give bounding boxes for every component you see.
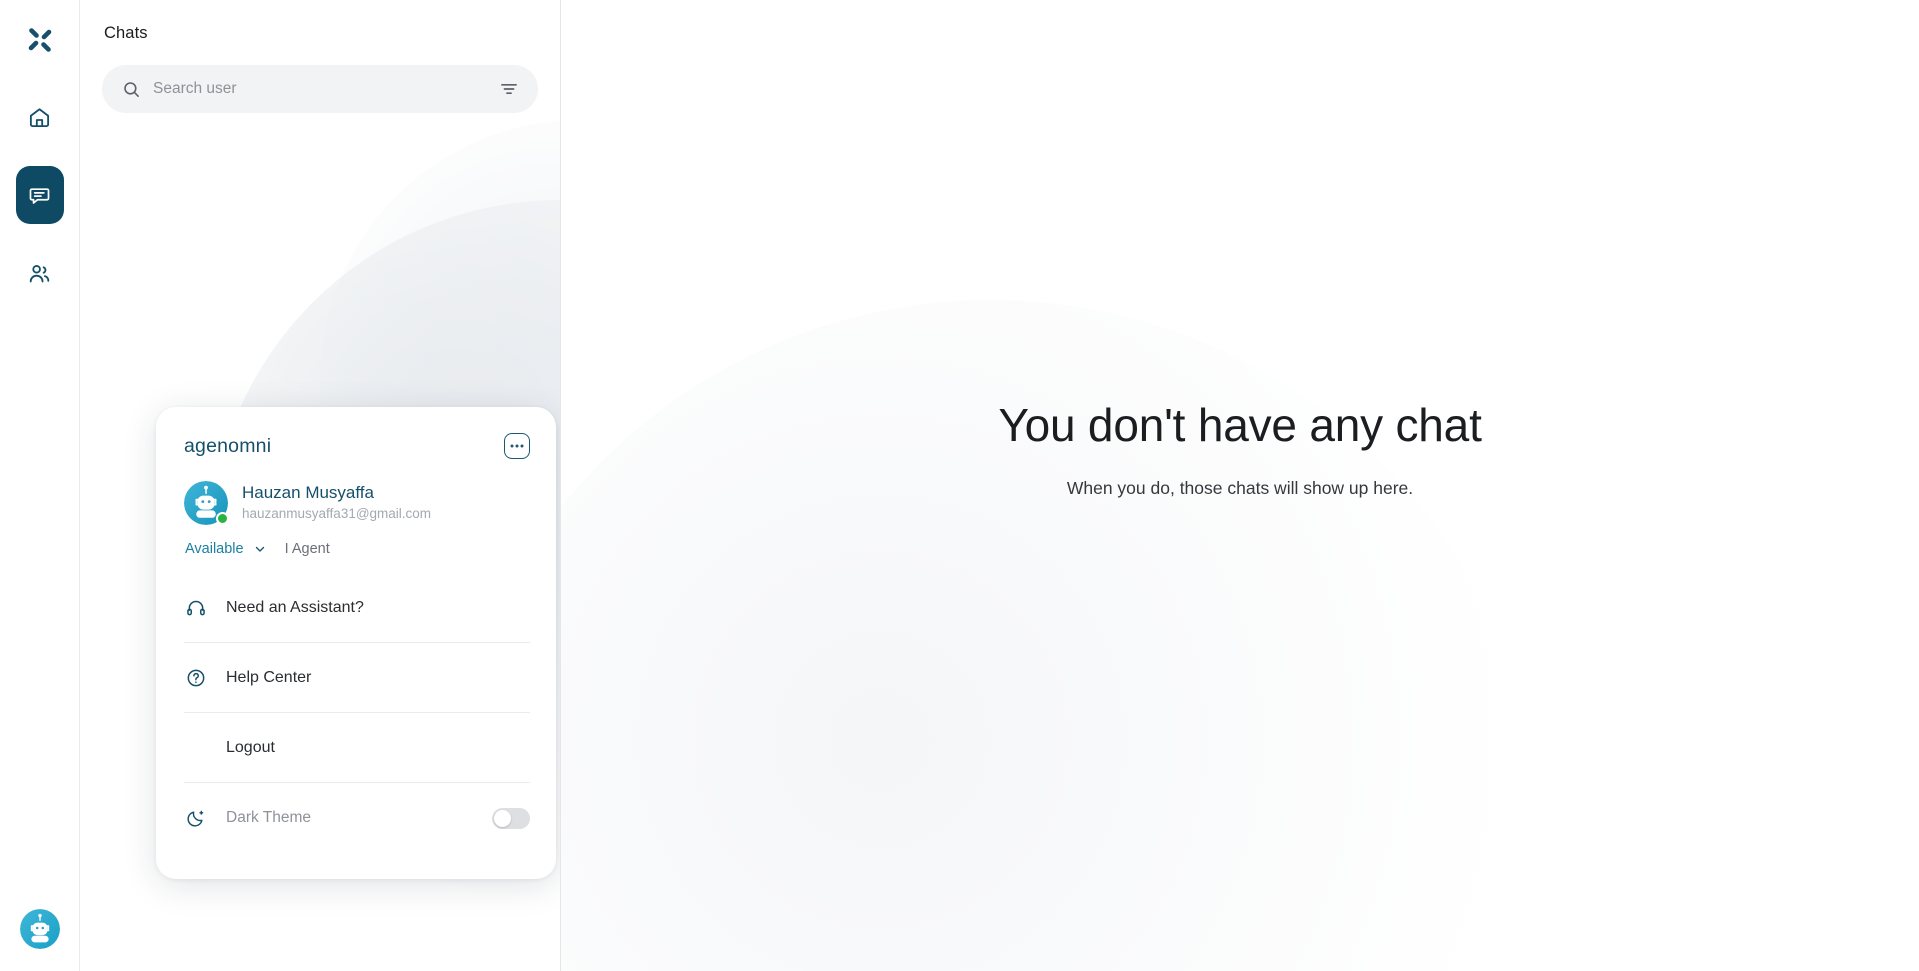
menu-item-need-assistant[interactable]: Need an Assistant? [184, 573, 530, 643]
sidebar-item-contacts[interactable] [16, 244, 64, 302]
avatar [184, 481, 229, 525]
profile-card-header: agenomni [184, 433, 530, 459]
app-root: Chats agenomni [0, 0, 1919, 971]
headset-icon [186, 598, 206, 618]
main-content: You don't have any chat When you do, tho… [561, 0, 1919, 971]
menu-item-label: Logout [226, 738, 275, 756]
moon-icon [186, 808, 206, 828]
users-icon [29, 264, 50, 282]
chevron-down-icon[interactable] [253, 542, 267, 556]
search-bar[interactable] [102, 65, 538, 113]
menu-item-help-center[interactable]: Help Center [184, 643, 530, 713]
ellipsis-icon [510, 444, 524, 448]
rail-bottom-avatar[interactable] [19, 909, 60, 949]
agent-role-label: I Agent [284, 541, 330, 557]
availability-row: Available I Agent [184, 541, 530, 557]
menu-item-logout[interactable]: Logout [184, 713, 530, 783]
user-identity: Hauzan Musyaffa hauzanmusyaffa31@gmail.c… [242, 482, 431, 523]
dark-theme-label: Dark Theme [226, 809, 311, 826]
robot-avatar-icon [19, 909, 60, 949]
chats-panel: Chats agenomni [80, 0, 561, 971]
page-title: Chats [104, 24, 148, 42]
availability-value[interactable]: Available [185, 541, 244, 557]
user-profile-row[interactable]: Hauzan Musyaffa hauzanmusyaffa31@gmail.c… [184, 481, 530, 525]
user-name: Hauzan Musyaffa [242, 483, 374, 503]
question-circle-icon [186, 668, 206, 688]
user-email: hauzanmusyaffa31@gmail.com [242, 505, 432, 521]
toggle-knob [494, 809, 511, 827]
rail-item-list [15, 88, 64, 302]
search-input[interactable] [153, 80, 486, 98]
pinwheel-logo[interactable] [16, 16, 64, 64]
profile-popup-card: agenomni Hauzan Musyaffa hauzanmusyaffa3… [156, 407, 556, 879]
search-icon [122, 80, 141, 99]
sidebar-item-home[interactable] [16, 88, 64, 146]
dark-theme-toggle[interactable] [492, 807, 530, 829]
chat-bubble-icon [29, 187, 50, 204]
more-options-button[interactable] [504, 433, 530, 459]
menu-item-label: Help Center [226, 668, 312, 686]
sidebar-item-chats[interactable] [15, 166, 64, 224]
left-nav-rail [0, 0, 80, 971]
dark-theme-row: Dark Theme [184, 783, 530, 853]
logout-spacer [186, 738, 206, 758]
empty-state-title: You don't have any chat [998, 399, 1482, 451]
empty-state: You don't have any chat When you do, tho… [960, 399, 1520, 499]
menu-item-label: Need an Assistant? [226, 598, 364, 616]
status-badge [216, 512, 229, 525]
profile-menu: Need an Assistant? Help Center Logout Da… [184, 573, 530, 853]
home-icon [29, 107, 50, 127]
empty-state-subtitle: When you do, those chats will show up he… [1066, 477, 1414, 498]
filter-icon[interactable] [498, 78, 520, 100]
brand-name: agenomni [184, 434, 272, 457]
